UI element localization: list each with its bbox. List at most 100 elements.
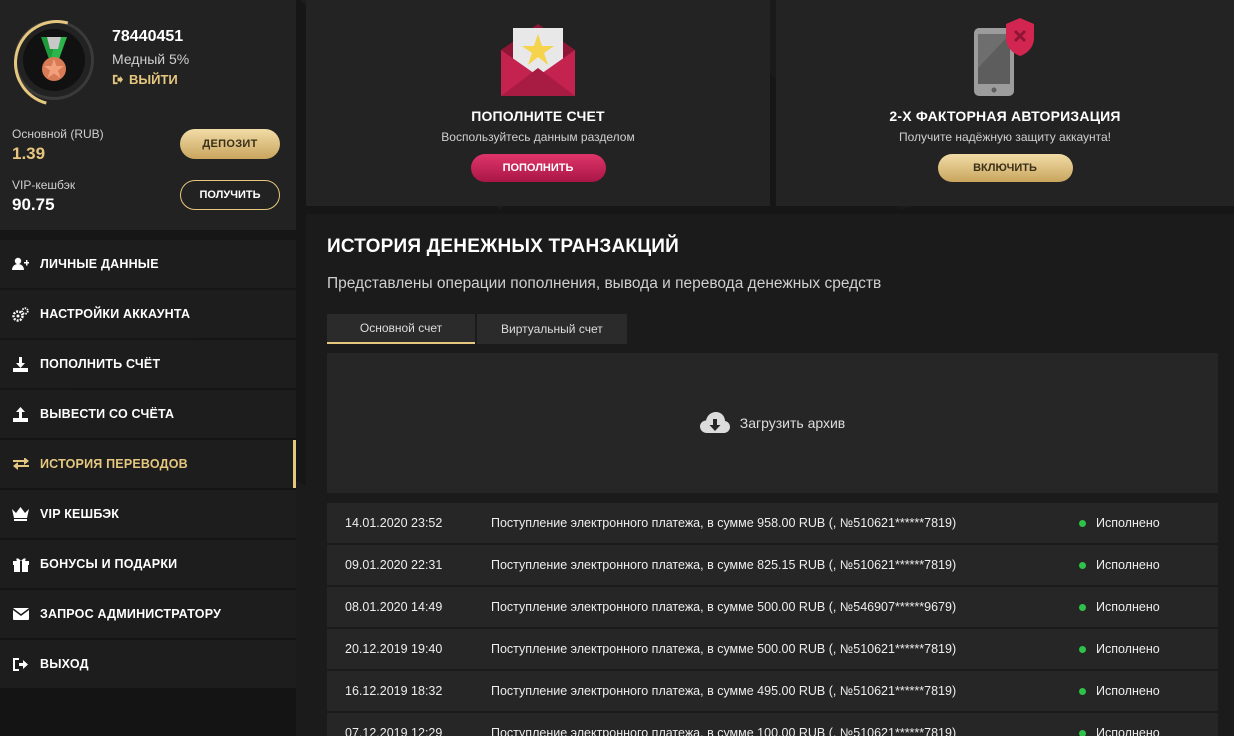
- crown-icon: [12, 506, 29, 523]
- tab-main-account[interactable]: Основной счет: [327, 314, 475, 344]
- nav-label: ЗАПРОС АДМИНИСТРАТОРУ: [40, 607, 222, 621]
- nav-label: ПОПОЛНИТЬ СЧЁТ: [40, 357, 161, 371]
- status-text: Исполнено: [1096, 642, 1160, 656]
- promo-card-deposit: ПОПОЛНИТЕ СЧЕТ Воспользуйтесь данным раз…: [306, 0, 770, 206]
- transaction-date: 16.12.2019 18:32: [345, 684, 443, 698]
- envelope-icon: [12, 606, 29, 623]
- cloud-download-icon: [699, 412, 730, 433]
- status-dot-icon: [1079, 645, 1086, 653]
- transaction-description: Поступление электронного платежа, в сумм…: [491, 642, 957, 656]
- gift-icon: [12, 556, 29, 573]
- nav-item-personal-data[interactable]: ЛИЧНЫЕ ДАННЫЕ: [0, 240, 296, 288]
- status-text: Исполнено: [1096, 516, 1160, 530]
- transaction-date: 08.01.2020 14:49: [345, 600, 443, 614]
- nav-label: ВЫХОД: [40, 657, 89, 671]
- nav-label: VIP КЕШБЭК: [40, 507, 120, 521]
- status-badge: Исполнено: [1079, 558, 1160, 572]
- table-row: 07.12.2019 12:29 Поступление электронног…: [327, 713, 1218, 736]
- tab-virtual-account[interactable]: Виртуальный счет: [477, 314, 627, 344]
- page-description: Представлены операции пополнения, вывода…: [327, 275, 882, 292]
- status-badge: Исполнено: [1079, 726, 1160, 736]
- vip-cashback-value: 90.75: [12, 195, 55, 214]
- gears-icon: [12, 306, 29, 323]
- nav-item-account-settings[interactable]: НАСТРОЙКИ АККАУНТА: [0, 290, 296, 338]
- avatar: [23, 29, 85, 91]
- nav-item-bonuses[interactable]: БОНУСЫ И ПОДАРКИ: [0, 540, 296, 588]
- profile-panel: 78440451 Медный 5% ВЫЙТИ Основной (RUB) …: [0, 0, 296, 230]
- table-row: 09.01.2020 22:31 Поступление электронног…: [327, 545, 1218, 585]
- nav-label: НАСТРОЙКИ АККАУНТА: [40, 307, 191, 321]
- main-balance-value: 1.39: [12, 144, 46, 163]
- upload-archive-label: Загрузить архив: [739, 415, 846, 431]
- nav-label: ЛИЧНЫЕ ДАННЫЕ: [40, 257, 159, 271]
- transaction-date: 14.01.2020 23:52: [345, 516, 443, 530]
- nav-label: ИСТОРИЯ ПЕРЕВОДОВ: [40, 457, 188, 471]
- user-level: Медный 5%: [112, 51, 190, 67]
- sidebar: 78440451 Медный 5% ВЫЙТИ Основной (RUB) …: [0, 0, 296, 736]
- promo-deposit-title: ПОПОЛНИТЕ СЧЕТ: [471, 108, 605, 124]
- transaction-date: 20.12.2019 19:40: [345, 642, 443, 656]
- nav-item-transfer-history[interactable]: ИСТОРИЯ ПЕРЕВОДОВ: [0, 440, 296, 488]
- upload-archive-button[interactable]: Загрузить архив: [327, 353, 1218, 493]
- main-balance-label: Основной (RUB): [12, 127, 104, 141]
- transaction-date: 07.12.2019 12:29: [345, 726, 443, 736]
- nav-label: ВЫВЕСТИ СО СЧЁТА: [40, 407, 175, 421]
- transaction-description: Поступление электронного платежа, в сумм…: [491, 684, 957, 698]
- download-icon: [12, 356, 29, 373]
- transaction-description: Поступление электронного платежа, в сумм…: [491, 726, 957, 736]
- sidebar-nav: ЛИЧНЫЕ ДАННЫЕ НАСТРОЙКИ АККАУНТА ПОПОЛНИ…: [0, 240, 296, 690]
- user-icon: [12, 256, 29, 273]
- transaction-description: Поступление электронного платежа, в сумм…: [491, 516, 957, 530]
- promo-2fa-button[interactable]: ВКЛЮЧИТЬ: [937, 154, 1073, 182]
- status-text: Исполнено: [1096, 600, 1160, 614]
- status-dot-icon: [1079, 561, 1086, 569]
- status-badge: Исполнено: [1079, 642, 1160, 656]
- transaction-date: 09.01.2020 22:31: [345, 558, 443, 572]
- nav-item-vip-cashback[interactable]: VIP КЕШБЭК: [0, 490, 296, 538]
- exit-icon: [12, 656, 29, 673]
- status-dot-icon: [1079, 729, 1086, 736]
- transaction-list: 14.01.2020 23:52 Поступление электронног…: [327, 503, 1218, 736]
- table-row: 20.12.2019 19:40 Поступление электронног…: [327, 629, 1218, 669]
- nav-item-deposit[interactable]: ПОПОЛНИТЬ СЧЁТ: [0, 340, 296, 388]
- status-dot-icon: [1079, 603, 1086, 611]
- upload-icon: [12, 406, 29, 423]
- status-dot-icon: [1079, 687, 1086, 695]
- vip-cashback-label: VIP-кешбэк: [12, 178, 76, 192]
- level-progress-ring: [14, 20, 94, 100]
- logout-label: ВЫЙТИ: [129, 72, 178, 87]
- transaction-description: Поступление электронного платежа, в сумм…: [491, 600, 957, 614]
- table-row: 08.01.2020 14:49 Поступление электронног…: [327, 587, 1218, 627]
- logout-link[interactable]: ВЫЙТИ: [112, 72, 178, 87]
- transaction-description: Поступление электронного платежа, в сумм…: [491, 558, 957, 572]
- status-dot-icon: [1079, 519, 1086, 527]
- status-badge: Исполнено: [1079, 684, 1160, 698]
- status-text: Исполнено: [1096, 558, 1160, 572]
- account-tabs: Основной счет Виртуальный счет: [327, 314, 627, 344]
- transfer-icon: [12, 456, 29, 473]
- status-text: Исполнено: [1096, 726, 1160, 736]
- promo-2fa-title: 2-Х ФАКТОРНАЯ АВТОРИЗАЦИЯ: [889, 108, 1121, 124]
- promo-deposit-button[interactable]: ПОПОЛНИТЬ: [470, 154, 606, 182]
- status-badge: Исполнено: [1079, 600, 1160, 614]
- phone-shield-icon: [974, 18, 1034, 96]
- deposit-button[interactable]: ДЕПОЗИТ: [180, 129, 280, 159]
- table-row: 14.01.2020 23:52 Поступление электронног…: [327, 503, 1218, 543]
- promo-2fa-subtitle: Получите надёжную защиту аккаунта!: [898, 130, 1111, 144]
- medal-icon: [41, 37, 67, 81]
- promo-deposit-subtitle: Воспользуйтесь данным разделом: [441, 130, 635, 144]
- main-panel: ИСТОРИЯ ДЕНЕЖНЫХ ТРАНЗАКЦИЙ Представлены…: [306, 214, 1234, 736]
- nav-item-exit[interactable]: ВЫХОД: [0, 640, 296, 688]
- page-title: ИСТОРИЯ ДЕНЕЖНЫХ ТРАНЗАКЦИЙ: [327, 236, 679, 257]
- table-row: 16.12.2019 18:32 Поступление электронног…: [327, 671, 1218, 711]
- nav-label: БОНУСЫ И ПОДАРКИ: [40, 557, 178, 571]
- exit-icon: [112, 74, 123, 85]
- user-id: 78440451: [112, 28, 184, 45]
- status-badge: Исполнено: [1079, 516, 1160, 530]
- receive-button[interactable]: ПОЛУЧИТЬ: [180, 180, 280, 210]
- status-text: Исполнено: [1096, 684, 1160, 698]
- nav-item-withdraw[interactable]: ВЫВЕСТИ СО СЧЁТА: [0, 390, 296, 438]
- nav-item-admin-request[interactable]: ЗАПРОС АДМИНИСТРАТОРУ: [0, 590, 296, 638]
- envelope-star-icon: [501, 24, 575, 96]
- promo-card-2fa: 2-Х ФАКТОРНАЯ АВТОРИЗАЦИЯ Получите надёж…: [776, 0, 1234, 206]
